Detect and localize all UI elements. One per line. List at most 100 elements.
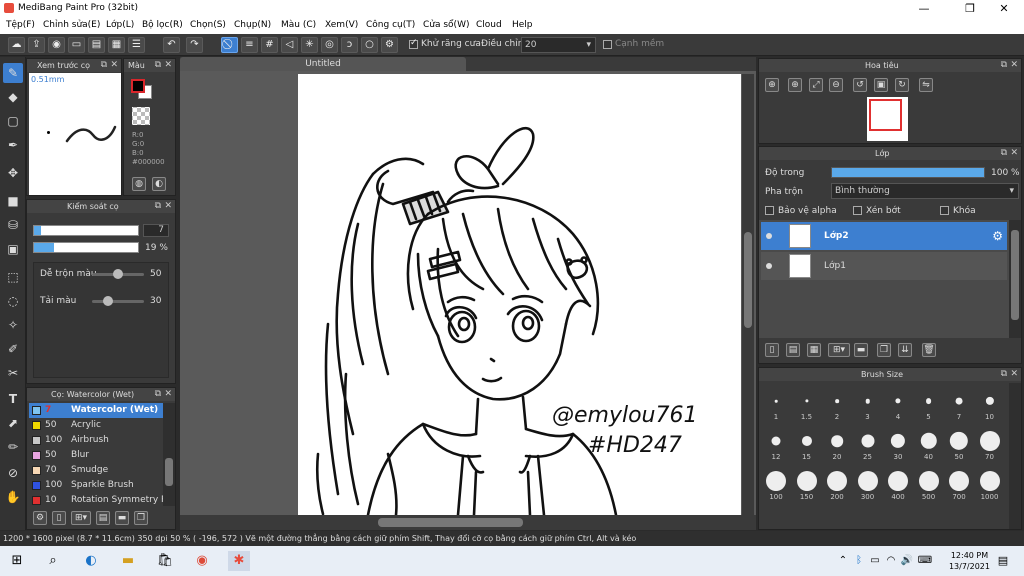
layer-scrollbar[interactable] [1009,220,1021,338]
move-tool-icon[interactable]: ✥ [3,163,23,183]
mix-slider-knob[interactable] [113,269,123,279]
lasso-tool-icon[interactable]: ◌ [3,291,23,311]
brush-size-option[interactable]: 20 [822,431,852,461]
brush-list-item[interactable]: 100 Airbrush [29,433,163,448]
drawing-canvas[interactable]: @emylou761 #HD247 [298,74,741,517]
notification-icon[interactable]: ▤ [992,551,1014,571]
brush-list-item[interactable]: 10 Rotation Symmetry Pe [29,493,163,506]
add-layer-dropdown-icon[interactable]: ⊞▾ [828,343,850,357]
lock-checkbox[interactable] [940,206,949,215]
canvas-horizontal-scrollbar[interactable] [180,515,756,530]
layer-opacity-slider[interactable] [831,167,985,178]
brush-list-item[interactable]: 100 Sparkle Brush [29,478,163,493]
layer-settings-gear-icon[interactable]: ⚙ [992,229,1003,243]
brush-size-option[interactable]: 500 [914,471,944,501]
select-pen-tool-icon[interactable]: ✐ [3,339,23,359]
canvas-vscroll-thumb[interactable] [744,232,752,328]
undock-icon[interactable]: ⧉ [155,388,161,401]
rotate-left-icon[interactable]: ↺ [853,78,867,92]
brush-list-scroll-thumb[interactable] [165,458,173,486]
cloud-icon[interactable]: ☁ [8,37,25,53]
circle-snap-icon[interactable]: ○ [361,37,378,53]
brush-size-option[interactable]: 40 [914,431,944,461]
folder-icon[interactable]: ▬ [854,343,868,357]
brush-size-option[interactable]: 2 [822,391,852,421]
undock-icon[interactable]: ⧉ [101,59,107,72]
duplicate-brush-icon[interactable]: ❐ [134,511,148,525]
brush-size-option[interactable]: 10 [975,391,1005,421]
brush-size-option[interactable]: 15 [792,431,822,461]
menu-help[interactable]: Help [512,20,533,30]
minimize-button[interactable]: — [904,0,944,17]
undock-icon[interactable]: ⧉ [1001,368,1007,381]
navigator-thumbnail[interactable] [867,97,908,141]
bucket-tool-icon[interactable]: ⛁ [3,215,23,235]
undo-icon[interactable]: ↶ [163,37,180,53]
undock-icon[interactable]: ⧉ [1001,147,1007,160]
flip-icon[interactable]: ⇋ [919,78,933,92]
curve-snap-icon[interactable]: ↄ [341,37,358,53]
brush-size-option[interactable]: 300 [853,471,883,501]
brush-size-option[interactable]: 7 [944,391,974,421]
parallel-snap-icon[interactable]: ≡ [241,37,258,53]
menu-tools[interactable]: Công cụ(T) [366,20,415,30]
operation-tool-icon[interactable]: ⬈ [3,413,23,433]
brush-tool-icon[interactable]: ✎ [3,63,23,83]
select-eraser-tool-icon[interactable]: ✂ [3,363,23,383]
brush-size-option[interactable]: 25 [853,431,883,461]
clipping-checkbox[interactable] [853,206,862,215]
brush-size-option[interactable]: 1 [761,391,791,421]
magic-wand-tool-icon[interactable]: ✧ [3,315,23,335]
snap-settings-gear-icon[interactable]: ⚙ [381,37,398,53]
brush-size-option[interactable]: 1000 [975,471,1005,501]
gradient-tool-icon[interactable]: ▣ [3,239,23,259]
folder-icon[interactable]: ▬ [115,511,129,525]
new-brush-icon[interactable]: ▯ [52,511,66,525]
close-panel-icon[interactable]: ✕ [1010,368,1018,381]
ink-slider-track[interactable] [92,300,144,303]
brush-size-option[interactable]: 1.5 [792,391,822,421]
search-icon[interactable]: ⌕ [42,551,64,571]
eyedropper-tool-icon[interactable]: ⊘ [3,463,23,483]
snap-off-icon[interactable]: ⃠ [221,37,238,53]
visibility-icon[interactable] [766,263,772,269]
brush-size-option[interactable]: 70 [975,431,1005,461]
grid-icon[interactable]: ▦ [108,37,125,53]
close-button[interactable]: ✕ [984,0,1024,17]
merge-layer-icon[interactable]: ⇊ [898,343,912,357]
color-wheel-icon[interactable]: ◐ [152,177,166,191]
layer-row-lop2[interactable]: Lớp2 ⚙ [761,222,1007,250]
layer-scroll-thumb[interactable] [1011,230,1019,320]
menu-filter[interactable]: Bộ lọc(R) [142,20,183,30]
layer-row-lop1[interactable]: Lớp1 [761,252,1007,280]
brush-list-scrollbar[interactable] [163,403,175,506]
brush-size-option[interactable]: 700 [944,471,974,501]
menu-view[interactable]: Xem(V) [325,20,358,30]
keyboard-icon[interactable]: ⌨ [914,551,936,571]
menu-select[interactable]: Chọn(S) [190,20,226,30]
close-panel-icon[interactable]: ✕ [1010,147,1018,160]
duplicate-layer-icon[interactable]: ❐ [877,343,891,357]
vanishing-snap-icon[interactable]: ◁ [281,37,298,53]
brush-opacity-slider[interactable] [33,242,139,253]
navigator-viewport-rect[interactable] [869,99,902,131]
tab-untitled[interactable]: Untitled [180,57,466,71]
windows-start-icon[interactable]: ⊞ [6,551,28,571]
divide-tool-icon[interactable]: ✏ [3,437,23,457]
ink-slider-knob[interactable] [102,296,113,306]
brush-size-option[interactable]: 50 [944,431,974,461]
brush-size-option[interactable]: 400 [883,471,913,501]
share-icon[interactable]: ⇪ [28,37,45,53]
document-icon[interactable]: ▤ [88,37,105,53]
brush-size-input[interactable]: 7 [143,224,169,237]
palette-icon[interactable]: ◍ [132,177,146,191]
undock-icon[interactable]: ⧉ [155,59,161,72]
brush-size-option[interactable]: 200 [822,471,852,501]
brush-size-option[interactable]: 3 [853,391,883,421]
adjust-select[interactable]: 20 ▾ [521,37,596,53]
hand-tool-icon[interactable]: ✋ [3,487,23,507]
brush-list-item[interactable]: 50 Blur [29,448,163,463]
brush-size-option[interactable]: 12 [761,431,791,461]
rotate-right-icon[interactable]: ↻ [895,78,909,92]
brush-menu-icon[interactable]: ⚙ [33,511,47,525]
